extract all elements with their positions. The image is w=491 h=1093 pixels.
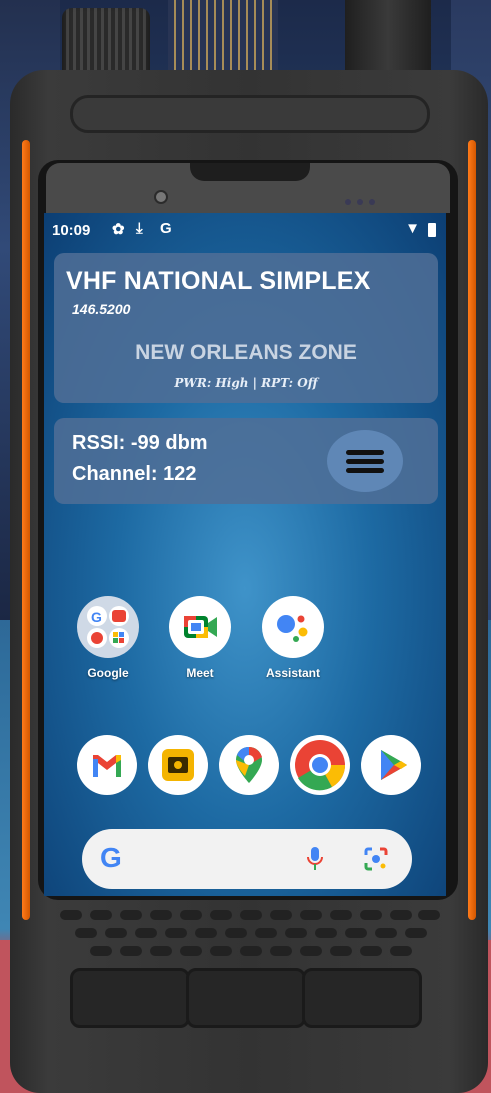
- svg-text:G: G: [91, 609, 102, 625]
- google-search-bar[interactable]: G: [82, 829, 412, 889]
- hamburger-menu-icon[interactable]: [327, 430, 403, 492]
- orange-trim-left: [22, 140, 30, 920]
- app-meet[interactable]: Meet: [169, 596, 231, 680]
- google-logo: G: [100, 842, 122, 873]
- camera-notch: [190, 163, 310, 181]
- google-folder-icon: G: [77, 596, 139, 658]
- channel-number: Channel: 122: [72, 463, 197, 485]
- status-bar: 10:09 ✿ ⤓ G ▼: [44, 213, 446, 247]
- channel-name: VHF NATIONAL SIMPLEX: [66, 267, 371, 295]
- assistant-icon: [262, 596, 324, 658]
- signal-card: RSSI: -99 dbm Channel: 122: [54, 418, 438, 504]
- orange-trim-right: [468, 140, 476, 920]
- wifi-icon: ▼: [405, 220, 420, 237]
- phone-display: 10:09 ✿ ⤓ G ▼ VHF NATIONAL SIMPLEX 146.5…: [44, 213, 446, 896]
- radio-app-icon[interactable]: [148, 735, 208, 795]
- download-icon: ⤓: [136, 220, 143, 237]
- play-store-icon[interactable]: [361, 735, 421, 795]
- lens-icon[interactable]: [362, 845, 390, 873]
- rssi-readout: RSSI: -99 dbm: [72, 432, 208, 454]
- zone-name: NEW ORLEANS ZONE: [135, 341, 357, 364]
- channel-frequency: 146.5200: [72, 301, 131, 317]
- app-assistant[interactable]: Assistant: [262, 596, 324, 680]
- hardware-button-left[interactable]: [70, 968, 190, 1028]
- google-g-icon: G: [160, 220, 172, 237]
- battery-icon: [428, 223, 436, 237]
- device-top-ridge: [70, 95, 430, 133]
- hardware-button-center[interactable]: [186, 968, 306, 1028]
- gmail-icon[interactable]: [77, 735, 137, 795]
- speaker-grille: [60, 910, 440, 960]
- app-label-google: Google: [87, 666, 129, 680]
- settings-icon: ✿: [112, 221, 125, 238]
- front-camera: [154, 190, 168, 204]
- sensor-dots: [345, 192, 405, 205]
- channel-card[interactable]: VHF NATIONAL SIMPLEX 146.5200 NEW ORLEAN…: [54, 253, 438, 403]
- app-label-meet: Meet: [186, 666, 214, 680]
- hardware-button-right[interactable]: [302, 968, 422, 1028]
- status-time: 10:09: [52, 222, 91, 239]
- chrome-icon[interactable]: [290, 735, 350, 795]
- maps-icon[interactable]: [219, 735, 279, 795]
- app-google[interactable]: G Google: [77, 596, 139, 680]
- power-repeater-status: PWR: High | RPT: Off: [174, 376, 318, 390]
- mic-icon[interactable]: [306, 845, 324, 873]
- meet-icon: [169, 596, 231, 658]
- app-label-assistant: Assistant: [265, 666, 321, 680]
